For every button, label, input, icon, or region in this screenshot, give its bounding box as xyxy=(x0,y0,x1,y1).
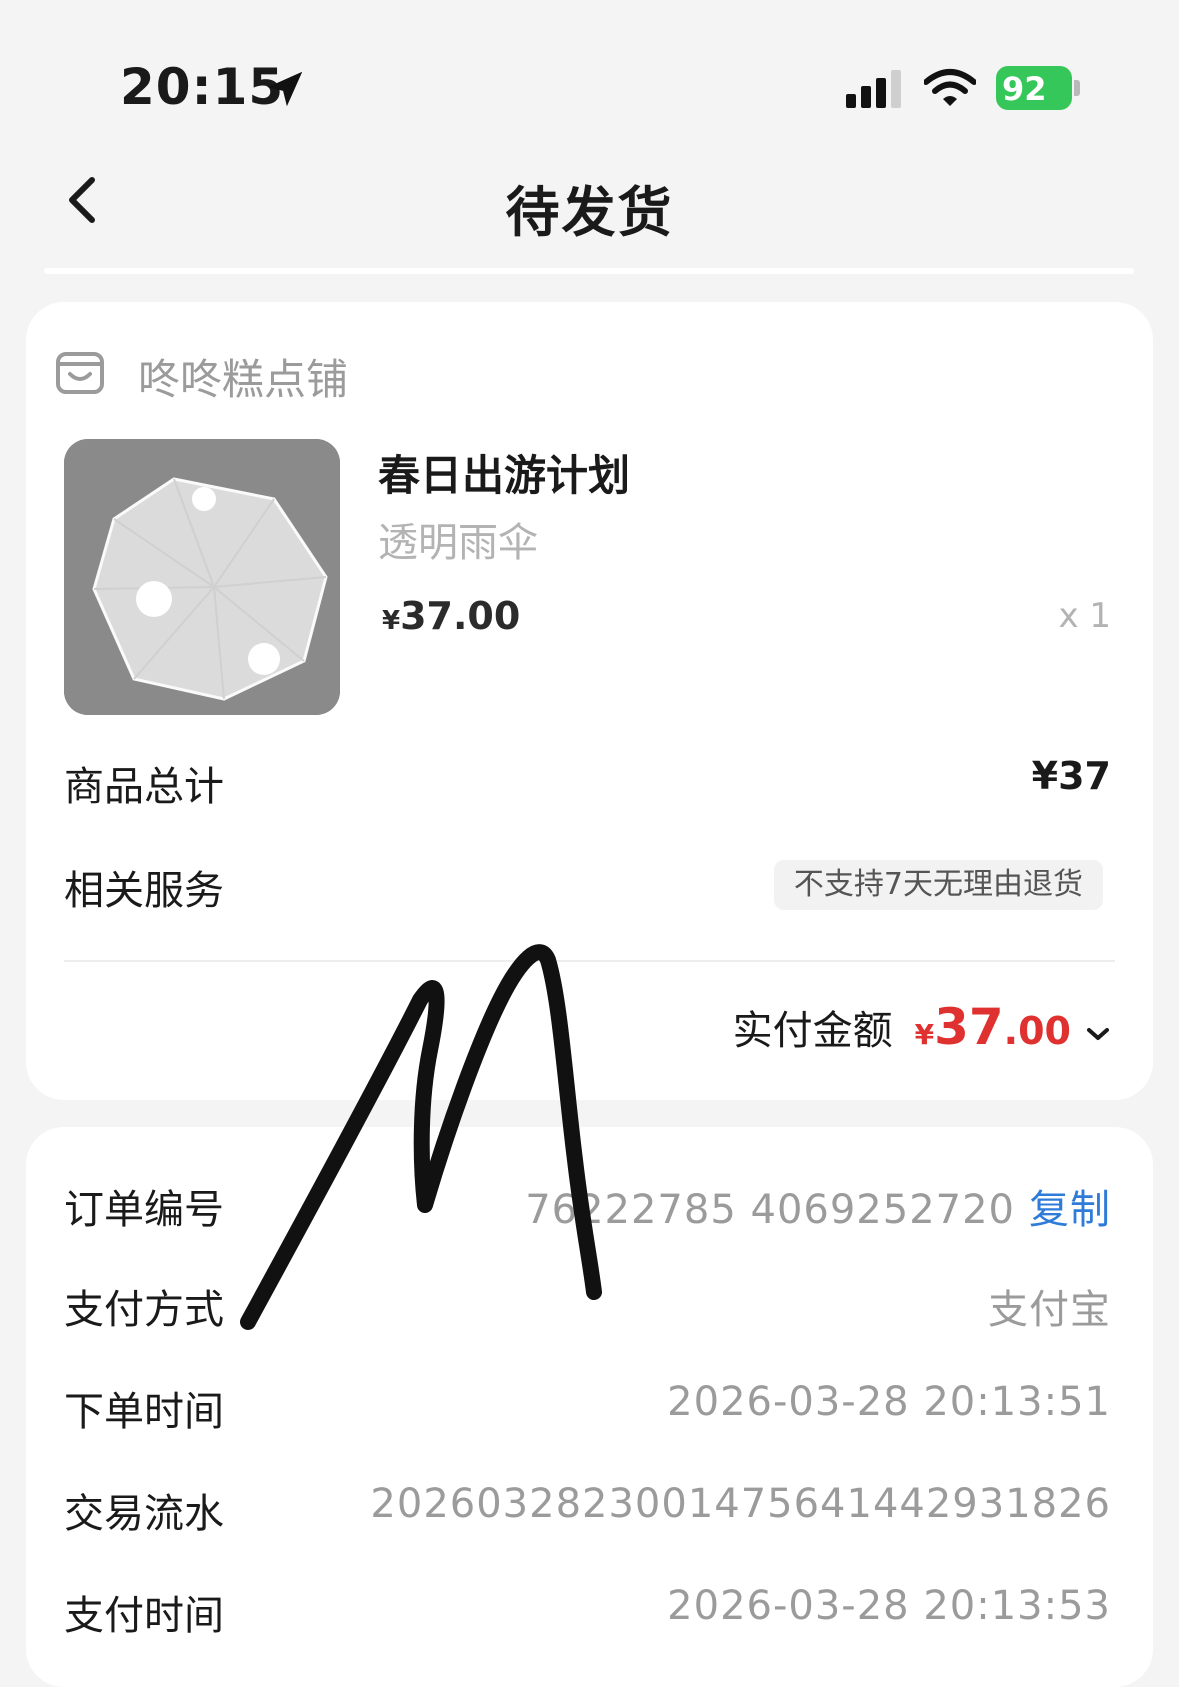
payment-method-label: 支付方式 xyxy=(64,1287,224,1333)
transaction-value: 2026032823001475641442931826 xyxy=(370,1481,1111,1527)
order-number-value: 76222785 4069252720 复制 xyxy=(525,1187,1111,1233)
service-tag: 不支持7天无理由退货 xyxy=(773,860,1103,910)
transaction-label: 交易流水 xyxy=(64,1491,224,1537)
pay-time-value: 2026-03-28 20:13:53 xyxy=(667,1583,1111,1629)
order-time-value: 2026-03-28 20:13:51 xyxy=(667,1379,1111,1425)
status-bar: 20:15 92 xyxy=(0,0,1179,150)
service-label: 相关服务 xyxy=(64,868,224,914)
divider xyxy=(64,960,1115,962)
nav-bar: 待发货 xyxy=(0,150,1179,260)
product-name[interactable]: 春日出游计划 xyxy=(378,442,630,503)
chevron-down-icon[interactable] xyxy=(1085,1024,1111,1044)
order-number-row: 订单编号 76222785 4069252720 复制 xyxy=(64,1177,1111,1237)
order-card: 咚咚糕点铺 春日出游计划 透明雨伞 ¥37.00 x 1 商品总计 ¥37 相关… xyxy=(26,302,1153,1100)
battery-icon: 92 xyxy=(996,66,1080,110)
page-title: 待发货 xyxy=(505,181,674,244)
order-details-card: 订单编号 76222785 4069252720 复制 支付方式 支付宝 下单时间… xyxy=(26,1127,1153,1687)
battery-level: 92 xyxy=(1002,70,1047,108)
payment-method-row: 支付方式 支付宝 xyxy=(64,1277,1111,1337)
goods-total-value: ¥37 xyxy=(1031,754,1111,798)
pay-time-label: 支付时间 xyxy=(64,1593,224,1639)
product-image[interactable] xyxy=(64,439,340,715)
pay-time-row: 支付时间 2026-03-28 20:13:53 xyxy=(64,1583,1111,1643)
product-variant: 透明雨伞 xyxy=(378,520,538,566)
paid-amount-row[interactable]: 实付金额 ¥ 37 .00 xyxy=(733,998,1111,1058)
order-time-label: 下单时间 xyxy=(64,1389,224,1435)
paid-amount-label: 实付金额 xyxy=(732,1008,893,1054)
copy-button[interactable]: 复制 xyxy=(1029,1187,1111,1233)
order-time-row: 下单时间 2026-03-28 20:13:51 xyxy=(64,1379,1111,1439)
order-number-label: 订单编号 xyxy=(64,1187,224,1233)
status-time: 20:15 xyxy=(120,58,285,116)
location-arrow-icon xyxy=(267,71,303,107)
payment-method-value: 支付宝 xyxy=(988,1287,1111,1333)
store-icon xyxy=(56,352,104,394)
paid-currency: ¥ xyxy=(914,1018,935,1051)
transaction-row: 交易流水 2026032823001475641442931826 xyxy=(64,1481,1111,1541)
paid-amount-dec: .00 xyxy=(1003,1009,1071,1053)
nav-divider xyxy=(44,268,1134,274)
shop-name[interactable]: 咚咚糕点铺 xyxy=(138,346,348,407)
product-quantity: x 1 xyxy=(1058,596,1111,636)
wifi-icon xyxy=(924,69,976,106)
cellular-signal-icon xyxy=(846,70,901,108)
paid-amount-int: 37 xyxy=(934,998,1004,1056)
goods-total-label: 商品总计 xyxy=(64,764,224,810)
product-price: ¥37.00 xyxy=(382,594,521,638)
